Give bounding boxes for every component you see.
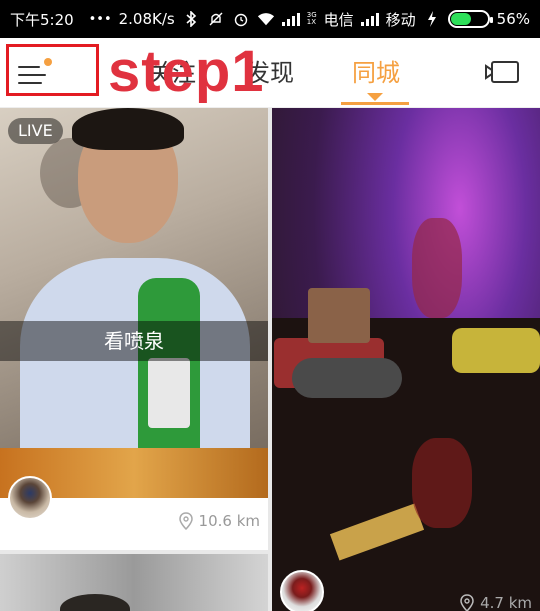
video-card[interactable]: 4.7 km bbox=[272, 108, 540, 611]
network-speed: 2.08K/s bbox=[118, 10, 175, 28]
tab-discover[interactable]: 发现 bbox=[246, 58, 294, 88]
location-pin-icon bbox=[460, 594, 474, 611]
avatar[interactable] bbox=[8, 476, 52, 520]
bluetooth-icon bbox=[182, 10, 200, 28]
battery-percent: 56% bbox=[496, 10, 530, 28]
tab-local[interactable]: 同城 bbox=[352, 58, 400, 88]
signal-icon bbox=[281, 12, 300, 26]
alarm-icon bbox=[232, 10, 250, 28]
cast-icon bbox=[485, 61, 519, 83]
active-tab-indicator bbox=[341, 102, 409, 105]
distance-label: 10.6 km bbox=[178, 512, 260, 530]
menu-button[interactable] bbox=[18, 58, 54, 88]
distance-value: 4.7 km bbox=[480, 594, 532, 611]
app-screen: 下午5:20 ••• 2.08K/s 3G 1X 电信 移动 56% 关注 发现… bbox=[0, 0, 540, 611]
status-dots: ••• bbox=[88, 11, 112, 27]
charging-icon bbox=[423, 10, 441, 28]
chevron-down-icon bbox=[367, 93, 383, 101]
notification-dot bbox=[44, 58, 52, 66]
network-type: 3G 1X bbox=[306, 11, 317, 26]
tab-follow[interactable]: 关注 bbox=[148, 58, 196, 88]
video-thumbnail bbox=[0, 554, 268, 611]
signal-icon bbox=[360, 12, 379, 26]
status-bar: 下午5:20 ••• 2.08K/s 3G 1X 电信 移动 56% bbox=[0, 0, 540, 38]
carrier-telecom: 电信 bbox=[323, 10, 354, 29]
live-thumbnail bbox=[0, 108, 268, 498]
carrier-mobile: 移动 bbox=[385, 10, 416, 29]
location-pin-icon bbox=[178, 512, 193, 530]
live-badge: LIVE bbox=[8, 118, 63, 144]
card-footer: 10.6 km bbox=[0, 476, 268, 550]
live-caption: 看喷泉 bbox=[0, 321, 268, 361]
distance-value: 10.6 km bbox=[198, 512, 260, 530]
video-feed: LIVE 看喷泉 10.6 km 4.7 km bbox=[0, 108, 540, 611]
video-thumbnail bbox=[272, 108, 540, 611]
battery-icon bbox=[447, 10, 493, 28]
cast-button[interactable] bbox=[484, 60, 520, 84]
video-card[interactable] bbox=[0, 554, 268, 611]
live-card[interactable]: LIVE 看喷泉 10.6 km bbox=[0, 108, 268, 550]
status-time: 下午5:20 bbox=[10, 10, 74, 29]
wifi-icon bbox=[257, 10, 275, 28]
distance-label: 4.7 km bbox=[460, 594, 532, 611]
top-nav: 关注 发现 同城 step1 bbox=[0, 38, 540, 108]
avatar[interactable] bbox=[280, 570, 324, 611]
mute-icon bbox=[207, 10, 225, 28]
